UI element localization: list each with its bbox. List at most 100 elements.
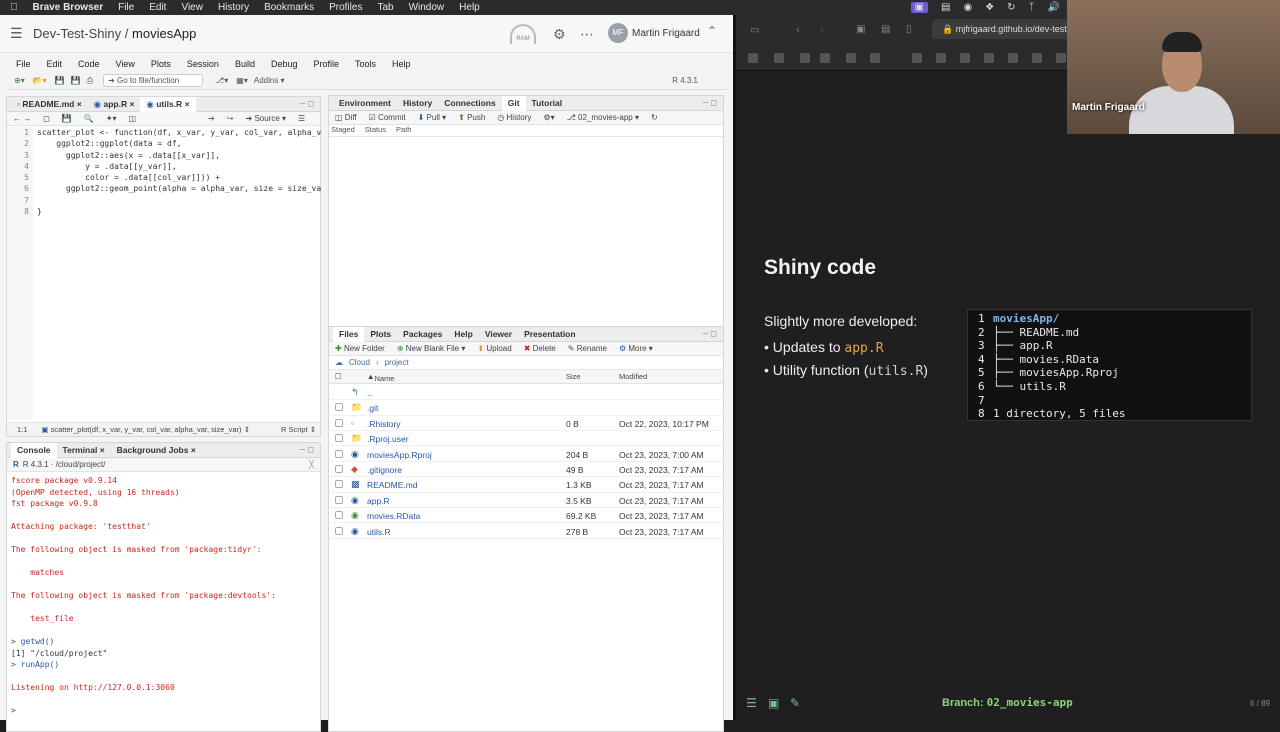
tab-utils-r[interactable]: ◉ utils.R ×: [140, 96, 196, 112]
tab-help[interactable]: Help: [448, 327, 478, 342]
outline-icon[interactable]: ☰: [298, 114, 305, 123]
file-name[interactable]: .gitignore: [367, 465, 402, 475]
save-icon[interactable]: 💾: [62, 114, 72, 123]
file-checkbox[interactable]: [335, 449, 343, 458]
commit-button[interactable]: ☑ Commit: [369, 113, 406, 122]
file-checkbox[interactable]: [335, 434, 343, 443]
forward-icon[interactable]: ›: [820, 24, 824, 36]
tab-app-r[interactable]: ◉ app.R ×: [88, 97, 141, 112]
code-line[interactable]: scatter_plot <- function(df, x_var, y_va…: [37, 127, 322, 138]
file-row[interactable]: 📁 .git: [329, 400, 723, 416]
file-row[interactable]: ◆ .gitignore 49 B Oct 23, 2023, 7:17 AM: [329, 462, 723, 478]
screen-share-icon[interactable]: ▣: [910, 2, 928, 13]
git-icon[interactable]: ⎇▾: [215, 76, 228, 85]
rmenu-debug[interactable]: Debug: [271, 59, 298, 69]
path-project[interactable]: project: [385, 358, 409, 367]
file-name[interactable]: .git: [367, 403, 378, 413]
file-checkbox[interactable]: [335, 403, 343, 412]
open-file-icon[interactable]: 📂▾: [33, 76, 47, 85]
file-name[interactable]: ..: [367, 388, 372, 398]
search-icon[interactable]: 🔍: [84, 114, 94, 123]
tab-console[interactable]: Console: [11, 442, 57, 458]
file-checkbox[interactable]: [335, 480, 343, 489]
menu-icon[interactable]: ☰: [746, 696, 757, 710]
avatar[interactable]: MF: [608, 23, 628, 43]
pen-icon[interactable]: ✎: [790, 696, 800, 710]
pane-window-controls[interactable]: ─ ◻: [702, 329, 717, 338]
file-name[interactable]: app.R: [367, 496, 390, 506]
rmenu-build[interactable]: Build: [235, 59, 255, 69]
broom-icon[interactable]: ╳: [309, 460, 314, 469]
file-row[interactable]: ▫ .Rhistory 0 B Oct 22, 2023, 10:17 PM: [329, 416, 723, 432]
rerun-icon[interactable]: ↪: [227, 114, 234, 123]
tab-background-jobs[interactable]: Background Jobs ×: [111, 443, 202, 458]
source-button[interactable]: ➔ Source ▾: [246, 114, 287, 123]
file-name[interactable]: utils.R: [367, 527, 391, 537]
goto-file-input[interactable]: ➜ Go to file/function: [103, 74, 204, 87]
menu-view[interactable]: View: [181, 2, 203, 13]
file-name[interactable]: movies.RData: [367, 511, 420, 521]
menu-edit[interactable]: Edit: [149, 2, 166, 13]
console-path[interactable]: R 4.3.1 · /cloud/project/: [23, 460, 106, 469]
tab-connections[interactable]: Connections: [438, 96, 501, 111]
app-menu[interactable]: Brave Browser: [33, 2, 104, 13]
tab-git[interactable]: Git: [501, 95, 526, 111]
select-all-checkbox[interactable]: ☐: [335, 372, 342, 381]
extension-icon[interactable]: [774, 53, 784, 63]
diff-button[interactable]: ◫ Diff: [335, 113, 357, 122]
extension-icon[interactable]: [820, 53, 830, 63]
tab-files[interactable]: Files: [333, 326, 365, 342]
code-line[interactable]: ggplot2::geom_point(alpha = alpha_var, s…: [37, 183, 322, 194]
tab-environment[interactable]: Environment: [333, 96, 397, 111]
menu-file[interactable]: File: [118, 2, 134, 13]
console-output[interactable]: fscore package v0.9.14 (OpenMP detected, …: [11, 475, 318, 729]
menu-history[interactable]: History: [218, 2, 249, 13]
code-area[interactable]: scatter_plot <- function(df, x_var, y_va…: [37, 127, 322, 417]
history-button[interactable]: ◷ History: [497, 113, 531, 122]
rmenu-help[interactable]: Help: [392, 59, 411, 69]
rmenu-profile[interactable]: Profile: [314, 59, 340, 69]
pages-icon[interactable]: ◫: [129, 114, 137, 123]
more-button[interactable]: ⚙ More ▾: [619, 344, 653, 353]
file-row[interactable]: ▩ README.md 1.3 KB Oct 23, 2023, 7:17 AM: [329, 477, 723, 493]
extension-icon[interactable]: [1008, 53, 1018, 63]
file-name[interactable]: README.md: [367, 480, 418, 490]
file-row[interactable]: ↰..: [329, 385, 723, 401]
print-icon[interactable]: ⎙: [87, 76, 93, 86]
grid-icon[interactable]: ▦▾: [236, 76, 248, 85]
extension-icon[interactable]: [1056, 53, 1066, 63]
menu-tab[interactable]: Tab: [377, 2, 393, 13]
show-in-window-icon[interactable]: ◻: [43, 114, 50, 123]
sidebar-icon[interactable]: ▭: [750, 25, 759, 36]
col-modified[interactable]: Modified: [619, 372, 647, 381]
reader-icon[interactable]: ▤: [881, 24, 890, 35]
menu-profiles[interactable]: Profiles: [329, 2, 362, 13]
file-name[interactable]: .Rhistory: [367, 419, 401, 429]
rmenu-session[interactable]: Session: [187, 59, 219, 69]
function-nav[interactable]: ▣ scatter_plot(df, x_var, y_var, col_var…: [41, 425, 250, 434]
ram-gauge[interactable]: RAM: [510, 24, 536, 44]
pane-window-controls[interactable]: ─ ◻: [299, 99, 314, 108]
file-name[interactable]: moviesApp.Rproj: [367, 450, 432, 460]
extension-icon[interactable]: [870, 53, 880, 63]
pane-window-controls[interactable]: ─ ◻: [702, 98, 717, 107]
tab-terminal[interactable]: Terminal ×: [57, 443, 111, 458]
code-line[interactable]: color = .data[[col_var]])) +: [37, 172, 322, 183]
file-checkbox[interactable]: [335, 418, 343, 427]
gear-icon[interactable]: ⚙: [553, 26, 566, 43]
hamburger-icon[interactable]: ☰: [10, 25, 30, 42]
menu-help[interactable]: Help: [459, 2, 480, 13]
extension-icon[interactable]: [846, 53, 856, 63]
code-line[interactable]: ggplot2::ggplot(data = df,: [37, 138, 322, 149]
file-checkbox[interactable]: [335, 526, 343, 535]
code-line[interactable]: }: [37, 206, 322, 217]
code-line[interactable]: [37, 195, 322, 206]
tab-viewer[interactable]: Viewer: [479, 327, 518, 342]
rmenu-view[interactable]: View: [116, 59, 135, 69]
file-name[interactable]: .Rproj.user: [367, 434, 409, 444]
col-staged[interactable]: Staged: [331, 125, 355, 136]
code-line[interactable]: y = .data[[y_var]],: [37, 161, 322, 172]
file-checkbox[interactable]: [335, 511, 343, 520]
col-status[interactable]: Status: [365, 125, 386, 136]
tab-tutorial[interactable]: Tutorial: [526, 96, 569, 111]
